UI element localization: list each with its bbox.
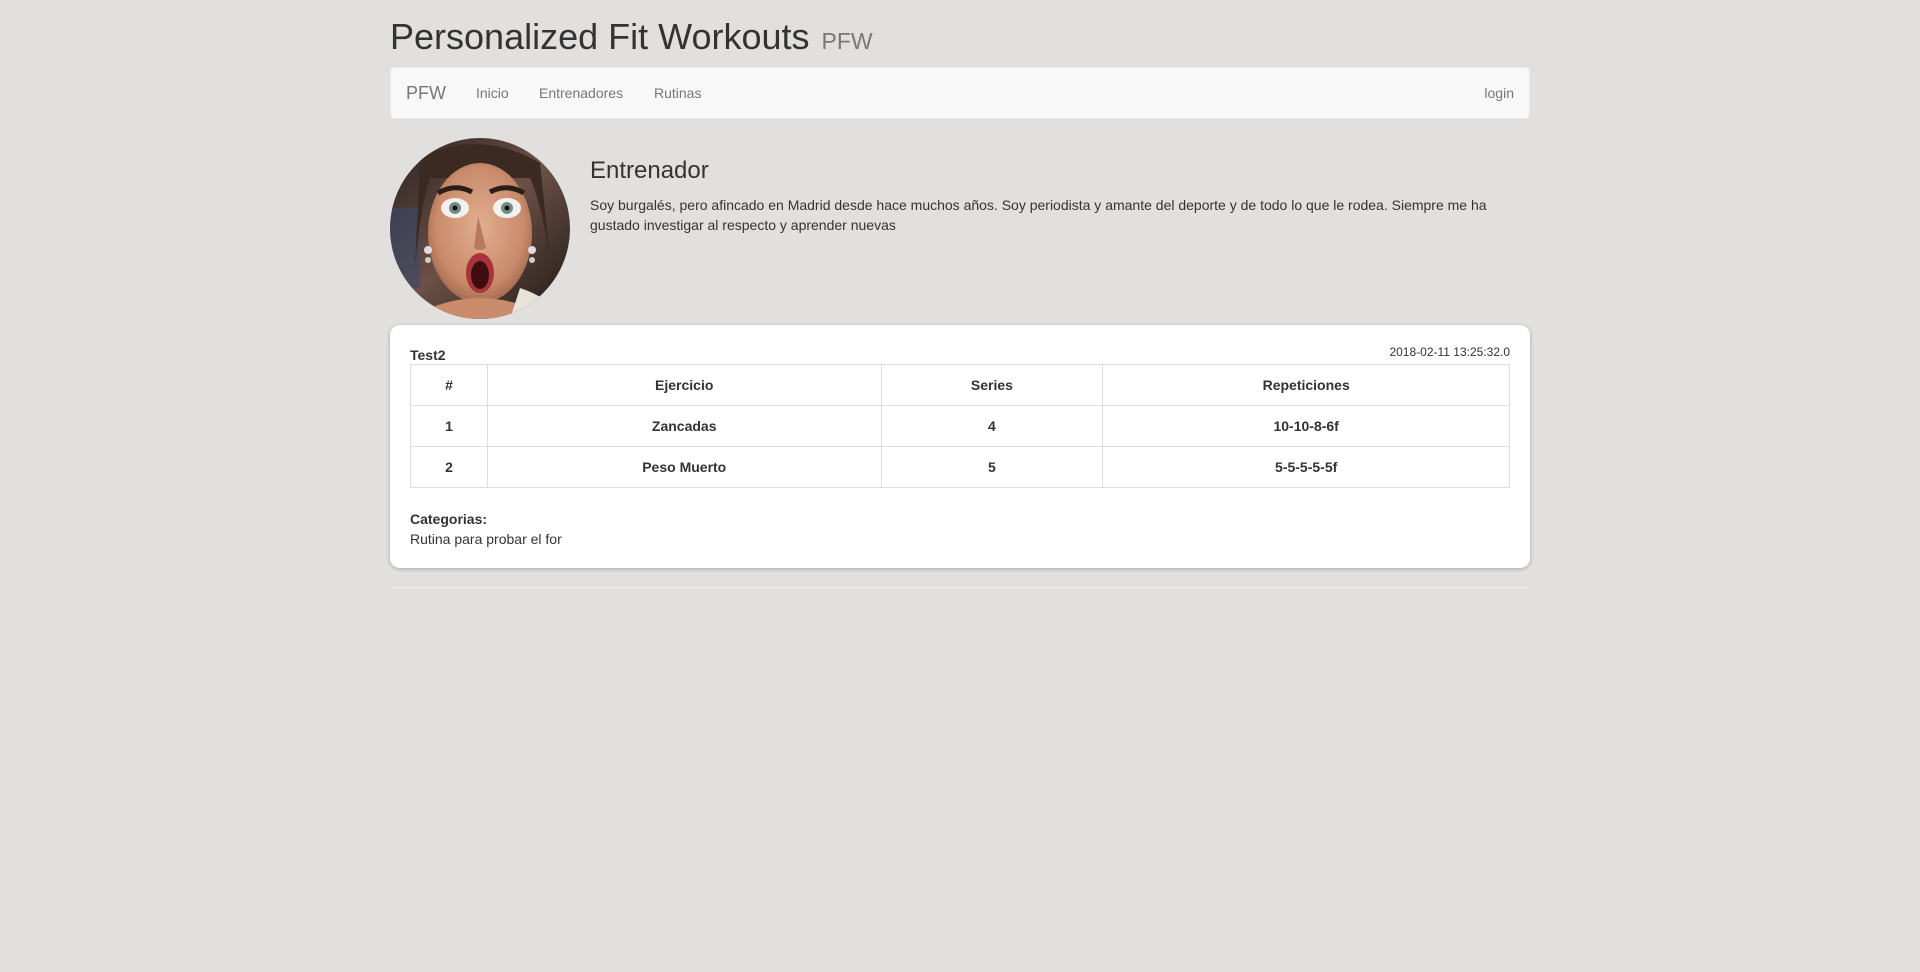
cell-repeticiones: 5-5-5-5-5f [1102,446,1510,488]
cell-ejercicio: Zancadas [486,405,882,447]
page-subtitle: PFW [821,28,873,54]
table-row: 2 Peso Muerto 5 5-5-5-5-5f [410,446,1510,488]
column-header-repeticiones: Repeticiones [1102,364,1510,406]
table-header-row: # Ejercicio Series Repeticiones [410,364,1510,406]
routine-table: # Ejercicio Series Repeticiones 1 Zancad… [410,364,1510,488]
nav-link-inicio[interactable]: Inicio [476,68,509,118]
footer-divider [390,587,1530,588]
navbar-brand[interactable]: PFW [406,68,446,118]
cell-series: 4 [880,405,1104,447]
cell-series: 5 [880,446,1104,488]
routine-name: Test2 [410,347,446,363]
login-link[interactable]: login [1484,68,1514,118]
column-header-number: # [410,364,488,406]
cell-number: 2 [410,446,488,488]
routine-card: Test2 2018-02-11 13:25:32.0 # Ejercicio … [390,325,1530,568]
trainer-bio: Soy burgalés, pero afincado en Madrid de… [590,197,1487,233]
trainer-avatar [390,138,570,319]
categories-label: Categorias: [410,511,488,527]
cell-number: 1 [410,405,488,447]
column-header-ejercicio: Ejercicio [486,364,882,406]
table-row: 1 Zancadas 4 10-10-8-6f [410,405,1510,447]
categories-text: Rutina para probar el for [410,531,562,547]
trainer-avatar-image [390,138,570,319]
cell-repeticiones: 10-10-8-6f [1102,405,1510,447]
trainer-heading: Entrenador [590,157,709,184]
page-title: Personalized Fit Workouts PFW [390,17,873,61]
routine-date: 2018-02-11 13:25:32.0 [1389,345,1510,359]
nav-link-rutinas[interactable]: Rutinas [654,68,701,118]
column-header-series: Series [880,364,1104,406]
navbar: PFW Inicio Entrenadores Rutinas login [390,67,1530,119]
cell-ejercicio: Peso Muerto [486,446,882,488]
page-title-text: Personalized Fit Workouts [390,16,810,57]
nav-link-entrenadores[interactable]: Entrenadores [539,68,623,118]
